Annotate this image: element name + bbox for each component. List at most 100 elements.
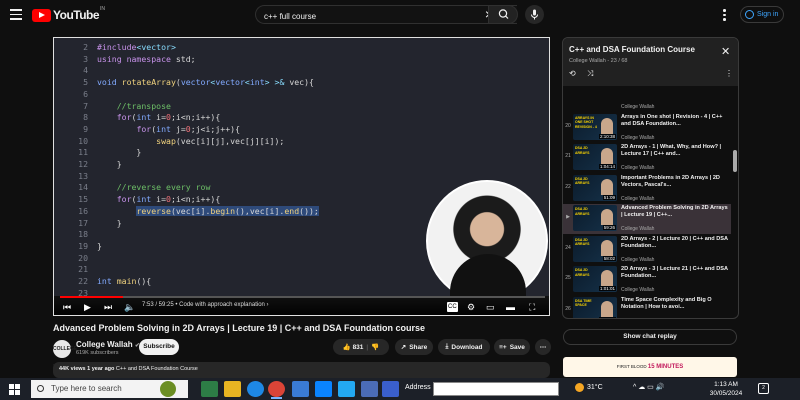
thumbnail-badge: DSA TIME SPACE xyxy=(575,298,592,308)
playlist-item-channel: College Wallah xyxy=(621,287,655,293)
shuffle-icon[interactable]: ⤨ xyxy=(587,69,593,79)
loop-icon[interactable]: ⟲ xyxy=(569,69,576,78)
playlist-item[interactable]: ▶ DSA 2D ARRAYS 59:26 Advanced Problem Solv… xyxy=(563,204,731,234)
playlist-item-channel: College Wallah xyxy=(621,226,655,232)
like-dislike-group: 👍 831 | 👎 xyxy=(333,339,389,355)
voice-search-button[interactable] xyxy=(525,5,544,24)
search-button[interactable] xyxy=(488,5,518,24)
settings-kebab-icon[interactable] xyxy=(723,9,726,23)
playlist-item-title: 2D Arrays - 3 | Lecture 21 | C++ and DSA… xyxy=(621,266,728,279)
mail-icon[interactable] xyxy=(292,381,309,397)
playlist-item[interactable]: 22 DSA 2D ARRAYS 51:09 Important Problems i… xyxy=(563,174,731,204)
app-icon-1[interactable] xyxy=(201,381,218,397)
gear-icon[interactable]: ⚙ xyxy=(467,302,475,312)
playlist-item-index: 26 xyxy=(565,305,571,312)
video-player[interactable]: 2 #include<vector> 3 using namespace std; 4 5… xyxy=(53,37,550,316)
thumbnail-badge: DSA 2D ARRAYS xyxy=(575,237,590,247)
download-button[interactable]: ⤓ Download xyxy=(438,339,490,355)
duration-badge: 1:44:15 xyxy=(598,316,616,318)
close-icon[interactable]: ✕ xyxy=(721,45,730,58)
playlist-item[interactable]: 26 DSA TIME SPACE 1:44:15 Time Space Comple… xyxy=(563,296,731,318)
playlist-item-channel: College Wallah xyxy=(621,256,655,263)
system-tray[interactable]: ^ ☁ ▭ 🔊 xyxy=(633,383,664,391)
playlist-thumbnail: DSA 2D ARRAYS 51:09 xyxy=(573,174,617,201)
windows-taskbar: Type here to search Address 31°C ^ ☁ ▭ 🔊… xyxy=(0,378,800,400)
app-icon-3[interactable] xyxy=(382,381,399,397)
playlist-item[interactable]: 24 DSA 2D ARRAYS 58:02 2D Arrays - 2 | Lect… xyxy=(563,235,731,265)
search-box[interactable]: × xyxy=(255,5,517,25)
playlist-item[interactable]: 25 DSA 2D ARRAYS 1:01:01 2D Arrays - 3 | Le… xyxy=(563,265,731,295)
miniplayer-icon[interactable]: ▭ xyxy=(486,302,495,312)
progress-bar[interactable] xyxy=(60,296,545,298)
thumbnail-badge: DSA 2D ARRAYS xyxy=(575,268,590,277)
code-line-number: 13 xyxy=(78,170,88,181)
playlist-item[interactable]: College Wallah xyxy=(563,82,731,112)
duration-badge: 51:09 xyxy=(602,194,616,200)
address-toolbar-input[interactable] xyxy=(433,382,559,396)
next-icon[interactable]: ⏭ xyxy=(104,302,112,312)
time-display: 7:53 / 59:25 • Code with approach explan… xyxy=(142,302,269,308)
more-actions-button[interactable]: ⋯ xyxy=(535,339,551,355)
dislike-button[interactable]: 👎 xyxy=(371,343,379,351)
volume-icon[interactable]: 🔈 xyxy=(124,302,135,312)
chrome-browser-icon[interactable] xyxy=(268,381,285,399)
thumbnail-badge: DSA 2D ARRAYS xyxy=(575,146,590,155)
captions-icon[interactable]: CC xyxy=(447,302,458,312)
share-button[interactable]: ↗ Share xyxy=(395,339,433,355)
code-line: int main(){ xyxy=(97,276,152,286)
code-line: swap(vec[i][j],vec[j][i]); xyxy=(156,135,285,146)
channel-avatar[interactable]: COLLEGE WALLAH xyxy=(53,340,77,370)
file-explorer-icon[interactable] xyxy=(224,381,241,397)
save-label: Save xyxy=(509,343,525,351)
theater-mode-icon[interactable]: ▬ xyxy=(506,302,515,312)
play-icon[interactable]: ▶ xyxy=(84,302,91,312)
code-line: //transpose xyxy=(116,100,171,111)
code-line-number: 14 xyxy=(78,182,88,193)
playlist-item[interactable]: 20 ARRAYS IN ONE SHOT REVISION - 4 2:10:38… xyxy=(563,113,731,143)
code-line-number: 11 xyxy=(78,147,88,158)
presenter-webcam-overlay xyxy=(426,180,548,302)
youtube-logo[interactable]: YouTube IN xyxy=(32,6,105,22)
code-line-number: 2 xyxy=(83,42,88,52)
search-icon xyxy=(498,9,509,19)
previous-icon[interactable]: ⏮ xyxy=(63,302,71,312)
code-line: using namespace std; xyxy=(97,53,196,64)
save-button[interactable]: ≡+ Save xyxy=(494,339,530,355)
chapter-label[interactable]: • Code with approach explanation › xyxy=(175,302,268,308)
playlist-item-index: 20 xyxy=(565,122,571,129)
code-line-number: 21 xyxy=(78,264,88,275)
sign-in-button[interactable]: Sign in xyxy=(740,6,784,23)
playlist-item-title: Advanced Problem Solving in 2D Arrays | … xyxy=(621,205,728,218)
playlist-panel: C++ and DSA Foundation Course College Wa… xyxy=(562,37,739,319)
code-line-number: 20 xyxy=(78,252,88,263)
subscribe-button[interactable]: Subscribe xyxy=(139,339,179,355)
playlist-item[interactable]: 21 DSA 2D ARRAYS 1:04:14 2D Arrays - 1 | Wh… xyxy=(563,143,731,173)
ad-banner[interactable]: FIRST BLOOD 15 MINUTES xyxy=(563,357,737,377)
playlist-scrollbar[interactable] xyxy=(733,150,737,172)
edge-browser-icon[interactable] xyxy=(247,381,264,397)
store-icon[interactable] xyxy=(315,381,332,397)
app-icon-2[interactable] xyxy=(361,381,378,397)
taskbar-clock[interactable]: 1:13 AM 30/05/2024 xyxy=(705,380,747,398)
thumbnail-badge: DSA 2D ARRAYS xyxy=(575,207,590,216)
like-button[interactable]: 👍 831 xyxy=(343,343,364,351)
search-input[interactable] xyxy=(256,8,466,25)
menu-icon[interactable] xyxy=(10,9,22,20)
windows-start-icon[interactable] xyxy=(9,384,20,395)
playlist-menu-icon[interactable]: ⋮ xyxy=(725,69,733,78)
more-horizontal-icon: ⋯ xyxy=(539,344,547,351)
widget-icon[interactable] xyxy=(160,381,176,397)
playlist-title[interactable]: C++ and DSA Foundation Course xyxy=(569,45,695,54)
notification-icon[interactable]: 2 xyxy=(758,383,769,394)
channel-name[interactable]: College Wallah ✔ xyxy=(76,340,140,349)
code-line-number: 4 xyxy=(83,65,88,76)
vscode-icon[interactable] xyxy=(338,381,355,397)
description-box[interactable]: 44K views 1 year ago C++ and DSA Foundat… xyxy=(53,362,550,378)
weather-widget[interactable]: 31°C xyxy=(575,383,603,392)
code-line-number: 17 xyxy=(78,217,88,228)
show-chat-replay-button[interactable]: Show chat replay xyxy=(563,329,737,345)
duration-badge: 1:04:14 xyxy=(598,164,616,169)
playlist-thumbnail: DSA 2D ARRAYS 1:01:01 xyxy=(573,266,617,292)
code-line: void rotateArray(vector<vector<int> >& v… xyxy=(97,77,314,88)
fullscreen-icon[interactable]: ⛶ xyxy=(529,302,535,312)
